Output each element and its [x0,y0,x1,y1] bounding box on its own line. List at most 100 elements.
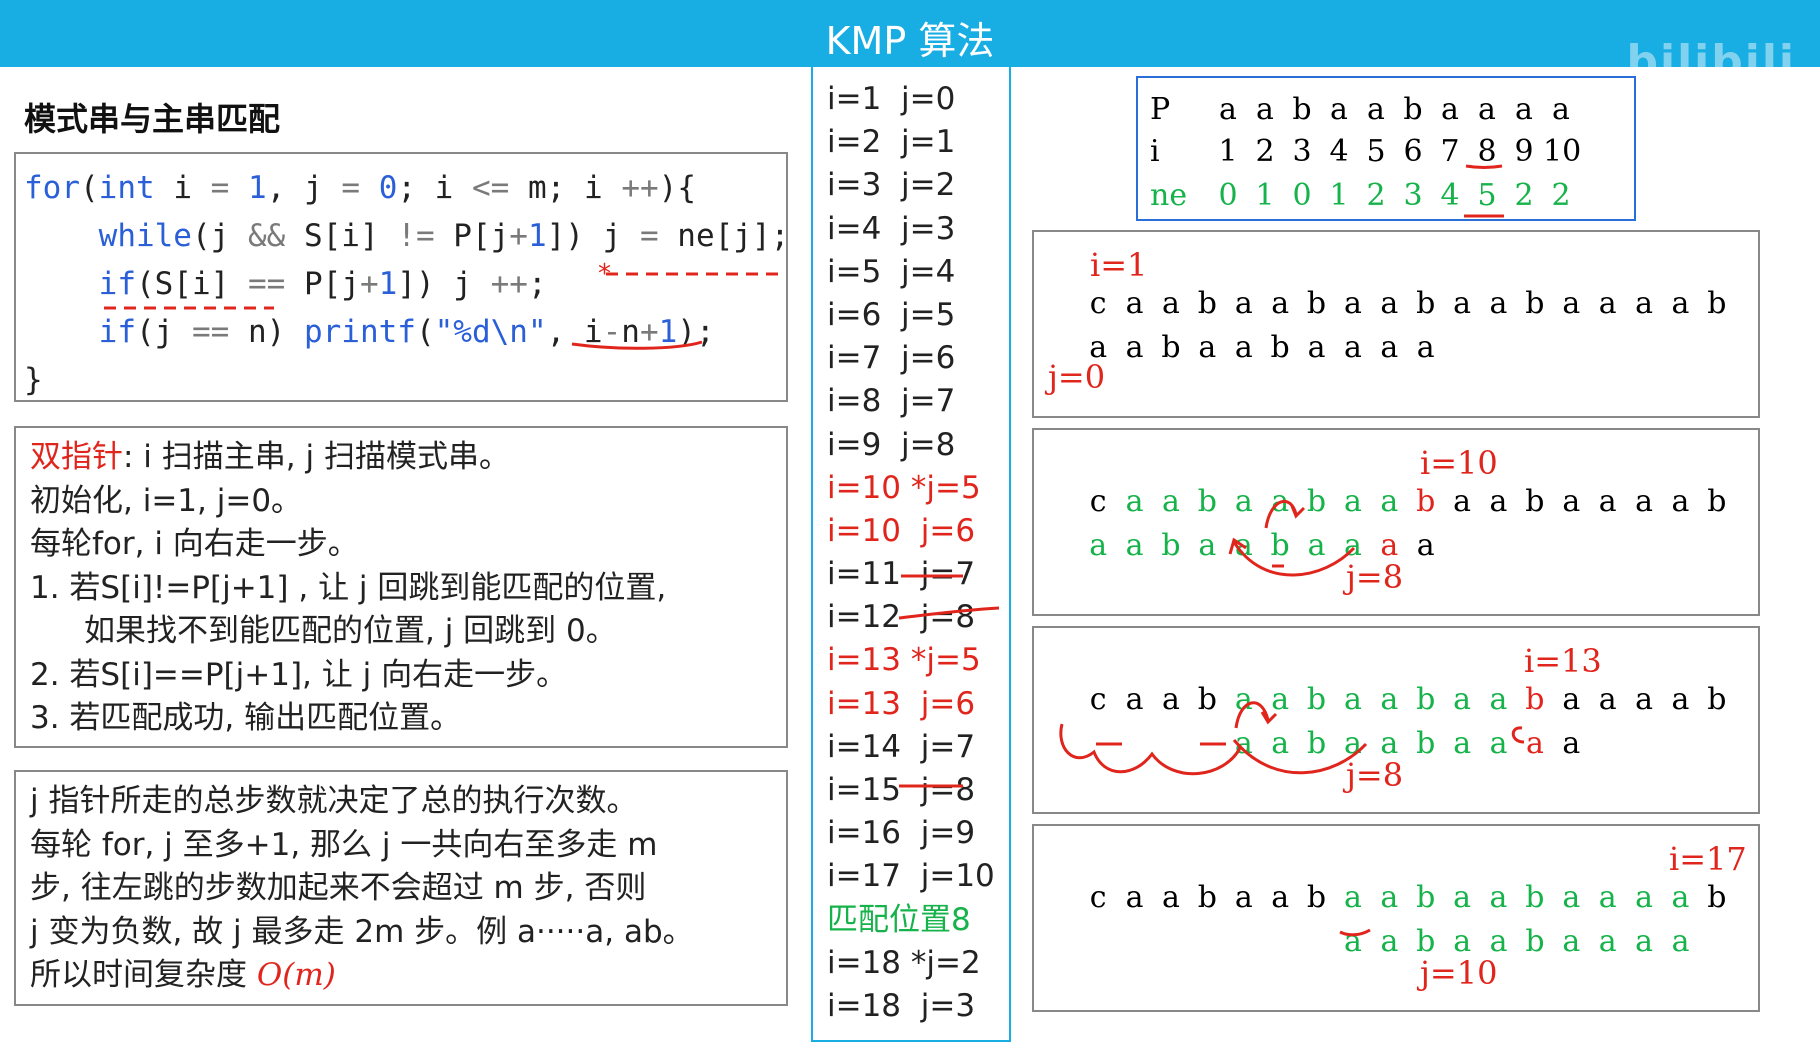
pattern-string: aabaabaaaa [1080,330,1444,365]
ne-cell: 2 [1551,178,1571,213]
pattern-char: a [1489,726,1508,761]
main-char: a [1234,880,1253,915]
trace-step: i=4 j=3 [827,210,956,247]
pattern-char: a [1562,726,1581,761]
trace-step: i=14 j=7 [827,728,976,765]
pattern-char: a [1344,924,1362,959]
pattern-char: a [1416,330,1435,365]
main-char: b [1707,286,1727,321]
code-box: for(int i = 1, j = 0; i <= m; i ++){ whi… [14,152,789,402]
main-char: a [1489,484,1508,519]
step-j-label: j=10 [1420,954,1498,992]
ne-cell: 2 [1514,178,1534,213]
main-char: a [1562,484,1581,519]
trace-step: i=1 j=0 [827,81,956,117]
pattern-char: a [1307,330,1326,365]
main-char: a [1562,880,1581,915]
ne-cell: 4 [1440,178,1460,213]
hand-drawn-arrow [1339,928,1371,937]
pattern-char: a [1125,528,1144,563]
p-cell: a [1515,92,1533,127]
pattern-char: a [1234,330,1253,365]
trace-step: i=18 j=3 [827,987,976,1024]
pattern-char: a [1671,924,1690,959]
pattern-char: b [1306,726,1327,761]
pattern-char: a [1198,528,1217,563]
main-string: caabaabaabaabaaaab [1080,484,1735,519]
pattern-char: b [1161,330,1181,365]
pattern-char: b [1270,528,1290,563]
trace-step: i=5 j=4 [827,253,956,290]
main-char: a [1343,286,1362,321]
step-panel-3: i=13 c a a b a a b a a b a a b a a a a b a a b a a b a a a a j=8 [1032,626,1760,814]
i-cell: 5 [1366,134,1386,169]
pattern-char: a [1416,528,1435,563]
main-char: a [1380,880,1399,915]
pattern-string: aabaabaaaa [1335,924,1699,959]
main-char: a [1598,880,1617,915]
main-char: b [1306,484,1327,519]
main-char: a [1271,682,1290,717]
main-char: a [1562,682,1581,717]
trace-step: i=3 j=2 [827,167,956,204]
bilibili-watermark: bilibili [1626,36,1796,87]
pattern-char: a [1198,330,1217,365]
main-char: c [1089,286,1107,321]
trace-step: i=7 j=6 [827,340,956,377]
pattern-char: a [1598,924,1617,959]
main-char: a [1671,880,1690,915]
step-j-label: j=8 [1346,558,1404,596]
main-char: c [1089,682,1107,717]
main-char: c [1089,484,1107,519]
p-cell: a [1367,92,1385,127]
main-char: a [1671,286,1690,321]
main-char: b [1416,484,1436,519]
main-char: b [1525,484,1545,519]
pattern-char: a [1635,924,1654,959]
main-char: a [1671,484,1690,519]
main-string: caabaabaabaabaaaab [1080,286,1735,321]
main-char: a [1343,484,1362,519]
main-char: b [1416,880,1436,915]
section-title: 模式串与主串匹配 [24,100,281,138]
pattern-char: b [1525,924,1545,959]
main-char: a [1635,286,1653,321]
trace-step: 匹配位置8 [827,901,971,938]
pattern-char: a [1125,330,1144,365]
trace-step: i=18 *j=2 [827,944,981,981]
main-char: b [1306,682,1327,717]
ne-cell: 0 [1218,178,1238,213]
main-char: a [1125,682,1144,717]
step-i-label: i=17 [1669,840,1747,878]
main-char: b [1197,880,1217,915]
pattern-string: aabaabaaaa [1226,726,1590,761]
step-j-label: j=0 [1048,358,1106,396]
complexity-box: j 指针所走的总步数就决定了总的执行次数。 每轮 for, j 至多+1, 那么… [14,770,788,1006]
main-char: a [1125,880,1144,915]
p-cell: a [1219,92,1237,127]
trace-step: i=17 j=10 [827,858,995,895]
main-char: a [1271,286,1290,321]
main-char: a [1453,682,1472,717]
main-char: a [1635,484,1653,519]
p-cell: a [1256,92,1274,127]
trace-step: i=12 j=8 [827,599,976,636]
main-char: a [1271,484,1290,519]
ne-cell: 0 [1292,178,1312,213]
main-char: c [1089,880,1107,915]
main-char: a [1598,484,1617,519]
main-char: a [1453,880,1472,915]
pattern-char: a [1307,528,1326,563]
pattern-char: a [1089,528,1108,563]
trace-step: i=15 j=8 [827,772,976,808]
complexity-formula: O(m) [256,957,336,993]
main-char: b [1306,880,1327,915]
pattern-char: b [1270,330,1290,365]
main-char: a [1234,286,1253,321]
ne-cell: 1 [1329,178,1349,213]
pattern-char: a [1343,330,1362,365]
main-char: b [1707,880,1727,915]
step-j-label: j=8 [1346,756,1404,794]
i-cell: 2 [1255,134,1275,169]
main-char: b [1525,880,1545,915]
